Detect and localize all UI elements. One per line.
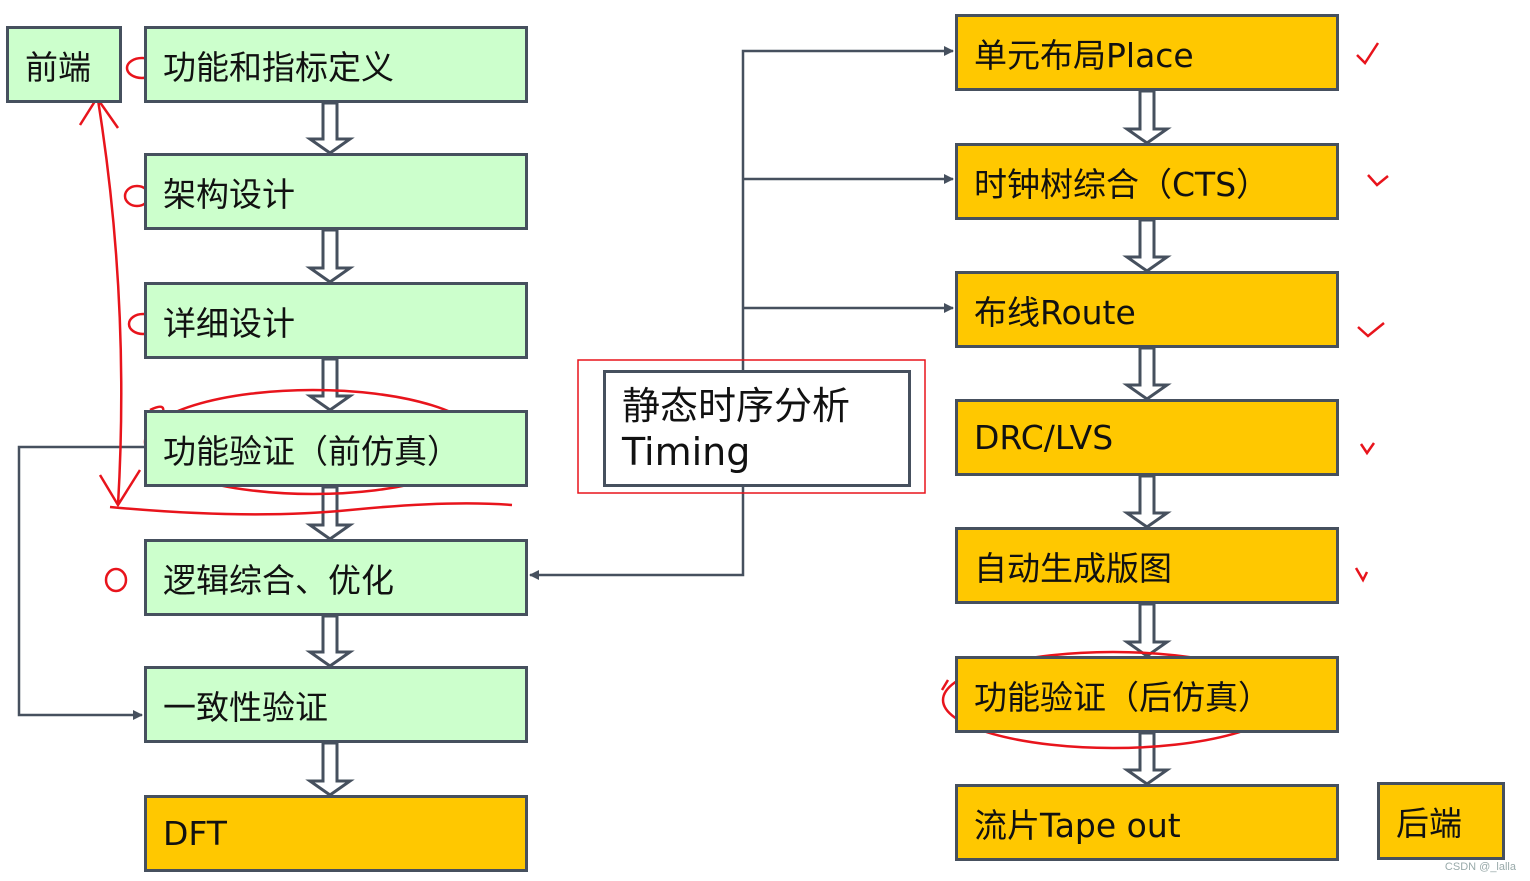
- watermark: CSDN @_lalla: [1444, 861, 1516, 873]
- down-arrow-icon: [1122, 602, 1172, 658]
- backend-step-label: 功能验证（后仿真）: [974, 677, 1271, 717]
- backend-step-label: 流片Tape out: [974, 805, 1181, 845]
- down-arrow-icon: [1122, 89, 1172, 145]
- down-arrow-icon: [305, 357, 355, 412]
- frontend-label-box: 前端: [6, 26, 122, 103]
- backend-step-box: 单元布局Place: [955, 14, 1339, 91]
- backend-step-box: 流片Tape out: [955, 784, 1339, 861]
- frontend-step-box: 架构设计: [144, 153, 528, 230]
- backend-label-box: 后端: [1377, 782, 1505, 860]
- timing-title: 静态时序分析: [622, 383, 851, 428]
- frontend-step-label: 功能和指标定义: [163, 47, 394, 87]
- flow-diagram: 前端 后端 功能和指标定义 架构设计详细设计功能验证（前仿真） 逻辑综合、优化 一致性…: [0, 0, 1530, 881]
- backend-step-box: 时钟树综合（CTS）: [955, 143, 1339, 220]
- backend-step-box: 自动生成版图: [955, 527, 1339, 604]
- frontend-step-box: 一致性验证: [144, 666, 528, 743]
- frontend-step-box: 详细设计: [144, 282, 528, 359]
- frontend-step-label: 架构设计: [163, 174, 295, 214]
- frontend-label: 前端: [25, 47, 91, 87]
- frontend-step-box: 功能和指标定义: [144, 26, 528, 103]
- frontend-step-label: 功能验证（前仿真）: [163, 431, 460, 471]
- down-arrow-icon: [305, 228, 355, 284]
- timing-box: 静态时序分析 Timing: [603, 370, 911, 487]
- frontend-step-label: DFT: [163, 814, 227, 853]
- down-arrow-icon: [1122, 218, 1172, 273]
- down-arrow-icon: [305, 741, 355, 797]
- frontend-step-box: 功能验证（前仿真）: [144, 410, 528, 487]
- backend-step-label: 单元布局Place: [974, 35, 1194, 75]
- frontend-step-label: 详细设计: [163, 303, 295, 343]
- frontend-step-box: DFT: [144, 795, 528, 872]
- backend-step-label: 布线Route: [974, 292, 1136, 332]
- backend-step-box: DRC/LVS: [955, 399, 1339, 476]
- timing-subtitle: Timing: [622, 429, 751, 474]
- frontend-step-box: 逻辑综合、优化: [144, 539, 528, 616]
- backend-step-label: DRC/LVS: [974, 418, 1114, 457]
- down-arrow-icon: [305, 101, 355, 155]
- down-arrow-icon: [1122, 474, 1172, 529]
- backend-label: 后端: [1396, 804, 1462, 843]
- backend-step-label: 自动生成版图: [974, 548, 1172, 588]
- backend-step-box: 功能验证（后仿真）: [955, 656, 1339, 733]
- down-arrow-icon: [1122, 731, 1172, 786]
- timing-to-place-line: [741, 46, 954, 370]
- backend-step-box: 布线Route: [955, 271, 1339, 348]
- timing-to-synthesis-line: [529, 486, 745, 580]
- down-arrow-icon: [1122, 346, 1172, 401]
- frontend-step-label: 逻辑综合、优化: [163, 560, 394, 600]
- frontend-step-label: 一致性验证: [163, 687, 328, 727]
- backend-step-label: 时钟树综合（CTS）: [974, 164, 1270, 204]
- down-arrow-icon: [305, 614, 355, 668]
